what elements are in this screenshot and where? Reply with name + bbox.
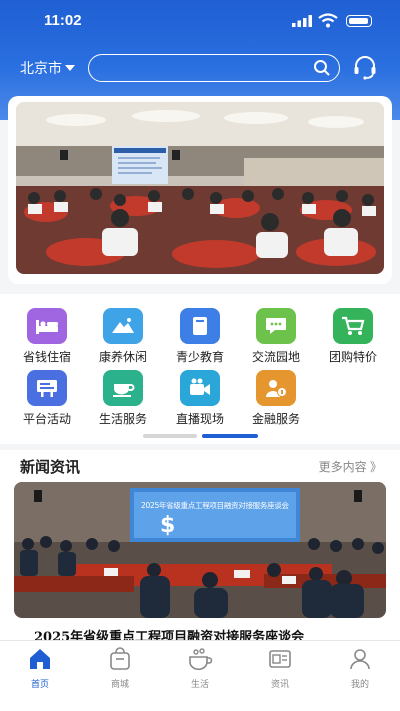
category-label: 青少教育 <box>175 350 224 364</box>
billboard-icon <box>27 370 67 406</box>
category-item-life-services[interactable]: 生活服务 <box>93 370 153 427</box>
category-item-lodging[interactable]: 省钱住宿 <box>17 308 77 365</box>
page-indicator-active <box>202 434 258 438</box>
category-label: 金融服务 <box>251 412 300 426</box>
bottom-tab-bar: 首页 商城 生活 资讯 我的 <box>0 640 400 711</box>
banner-carousel[interactable] <box>8 96 392 365</box>
category-label: 直播现场 <box>175 412 224 426</box>
category-label: 平台活动 <box>22 412 71 426</box>
category-label: 交流园地 <box>251 350 300 364</box>
city-selector[interactable]: 北京市 <box>20 58 75 78</box>
tab-home[interactable]: 首页 <box>10 647 70 690</box>
category-item-education[interactable]: 青少教育 <box>170 308 230 365</box>
news-section: 新闻资讯 更多内容 》 2025年省级重点工程项目融资对接服务座谈会 $ 202… <box>0 450 400 650</box>
status-time: 11:02 <box>44 12 82 29</box>
signal-icon <box>292 15 312 27</box>
banner-image[interactable] <box>16 102 384 274</box>
category-label: 生活服务 <box>98 412 147 426</box>
tab-news[interactable]: 资讯 <box>250 647 310 690</box>
cup-icon <box>103 370 143 406</box>
category-item-live[interactable]: 直播现场 <box>170 370 230 427</box>
tab-label: 资讯 <box>270 679 289 689</box>
tab-life[interactable]: 生活 <box>170 647 230 690</box>
category-label: 团购特价 <box>328 350 377 364</box>
category-item-wellness[interactable]: 康养休闲 <box>93 308 153 365</box>
video-icon <box>180 370 220 406</box>
category-label: 康养休闲 <box>98 350 147 364</box>
search-icon[interactable] <box>313 59 331 77</box>
category-item-finance[interactable]: 金融服务 <box>246 370 306 427</box>
news-image[interactable]: 2025年省级重点工程项目融资对接服务座谈会 $ <box>14 482 386 618</box>
home-icon <box>30 649 50 669</box>
category-item-community[interactable]: 交流园地 <box>246 308 306 365</box>
news-banner-text: 2025年省级重点工程项目融资对接服务座谈会 <box>141 500 290 510</box>
cart-icon <box>333 308 373 344</box>
bed-icon <box>27 308 67 344</box>
category-item-activities[interactable]: 平台活动 <box>17 370 77 427</box>
customer-service-icon[interactable] <box>352 55 378 81</box>
news-icon <box>269 650 291 668</box>
mountain-icon <box>103 308 143 344</box>
chevron-down-icon <box>65 65 75 71</box>
user-icon <box>350 649 370 670</box>
status-bar: 11:02 <box>0 0 400 44</box>
category-item-group-buy[interactable]: 团购特价 <box>323 308 383 365</box>
tab-mall[interactable]: 商城 <box>90 647 150 690</box>
section-title: 新闻资讯 <box>20 459 81 476</box>
category-label: 省钱住宿 <box>22 350 71 364</box>
svg-text:$: $ <box>160 513 175 538</box>
page-indicator-inactive <box>143 434 197 438</box>
wifi-icon <box>318 13 338 28</box>
coffee-icon <box>189 648 213 671</box>
category-grid: 省钱住宿 康养休闲 青少教育 交流园地 团购特价 平台活动 生活服务 直播现场 … <box>0 294 400 444</box>
tab-label: 首页 <box>30 679 49 689</box>
tab-label: 商城 <box>110 679 129 689</box>
battery-icon <box>346 15 372 27</box>
search-input[interactable] <box>88 54 340 82</box>
book-icon <box>180 308 220 344</box>
tab-label: 生活 <box>190 679 209 689</box>
chat-icon <box>256 308 296 344</box>
tab-profile[interactable]: 我的 <box>330 647 390 690</box>
finance-icon <box>256 370 296 406</box>
city-label: 北京市 <box>20 60 62 76</box>
more-link[interactable]: 更多内容 》 <box>319 458 382 475</box>
tab-label: 我的 <box>350 679 369 689</box>
shopping-bag-icon <box>110 647 130 670</box>
